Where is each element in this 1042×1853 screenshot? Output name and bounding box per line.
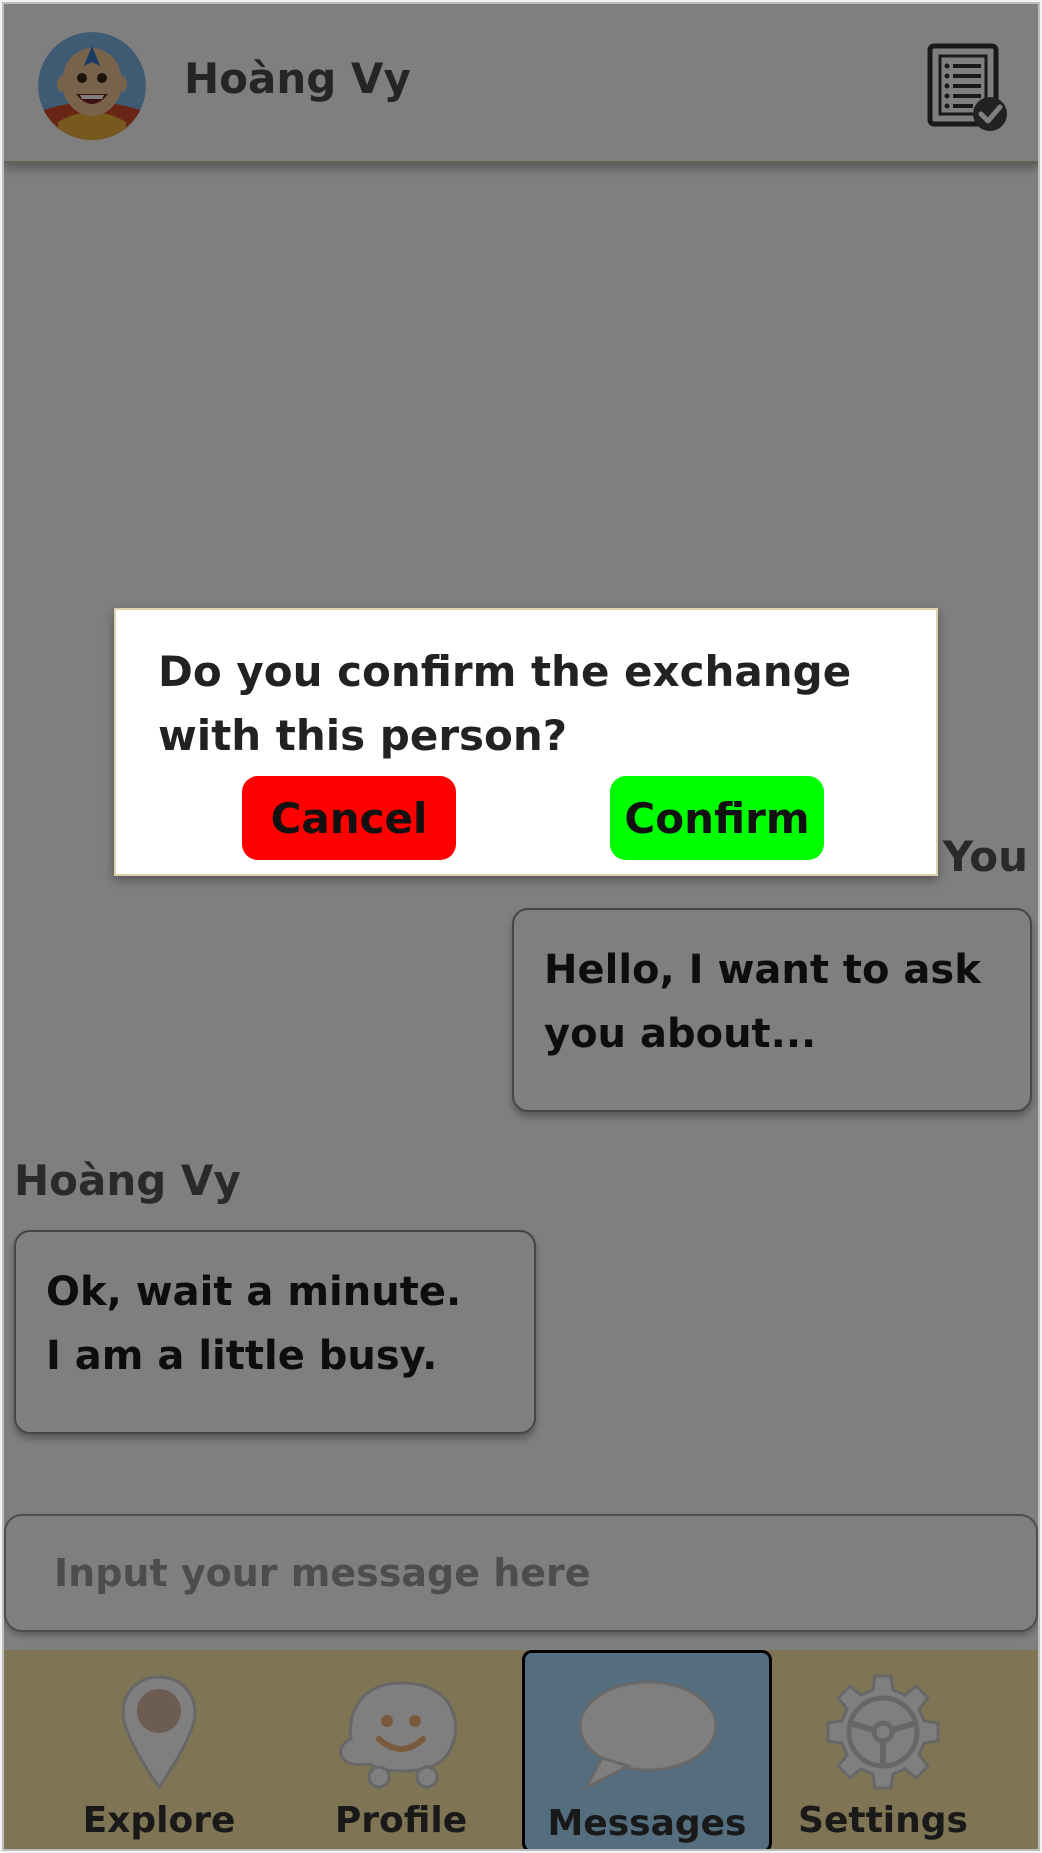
confirm-dialog: Do you confirm the exchange with this pe… <box>114 608 938 876</box>
app-screen: Hoàng Vy You Hello, I want to ask you ab… <box>2 2 1040 1851</box>
cancel-button[interactable]: Cancel <box>242 776 456 860</box>
dialog-message: Do you confirm the exchange with this pe… <box>158 647 852 760</box>
modal-overlay[interactable] <box>4 4 1038 1849</box>
confirm-button[interactable]: Confirm <box>610 776 824 860</box>
